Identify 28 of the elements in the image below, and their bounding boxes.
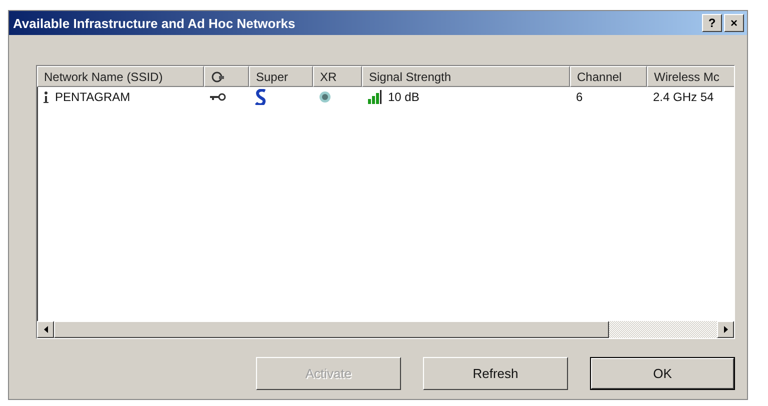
signal-strength: 10 dB xyxy=(388,90,420,104)
column-header[interactable]: Wireless Mc xyxy=(647,66,734,87)
close-button[interactable]: × xyxy=(724,14,744,32)
right-arrow-icon xyxy=(724,326,728,333)
scroll-right-button[interactable] xyxy=(717,321,734,338)
help-button[interactable]: ? xyxy=(702,14,722,32)
key-icon xyxy=(210,93,226,101)
dialog-button[interactable]: Refresh xyxy=(423,357,568,390)
column-header[interactable]: Channel xyxy=(570,66,647,87)
column-header[interactable]: Signal Strength xyxy=(362,66,570,87)
security-icon xyxy=(211,70,225,82)
column-header[interactable]: Network Name (SSID) xyxy=(37,66,204,87)
left-arrow-icon xyxy=(44,326,48,333)
column-header[interactable] xyxy=(204,66,249,87)
window-title: Available Infrastructure and Ad Hoc Networks xyxy=(13,16,296,30)
column-header[interactable]: Super xyxy=(249,66,313,87)
dialog-button[interactable]: OK xyxy=(590,357,735,390)
horizontal-scrollbar[interactable] xyxy=(37,321,734,338)
column-header[interactable]: XR xyxy=(313,66,362,87)
super-mode-icon xyxy=(255,89,267,105)
info-icon xyxy=(43,91,49,103)
channel: 6 xyxy=(576,90,583,104)
network-name: PENTAGRAM xyxy=(55,90,130,104)
signal-bars-icon xyxy=(368,90,382,104)
scroll-thumb[interactable] xyxy=(54,321,609,338)
wireless-mode: 2.4 GHz 54 xyxy=(653,90,714,104)
xr-globe-icon xyxy=(319,91,331,103)
scroll-left-button[interactable] xyxy=(37,321,54,338)
